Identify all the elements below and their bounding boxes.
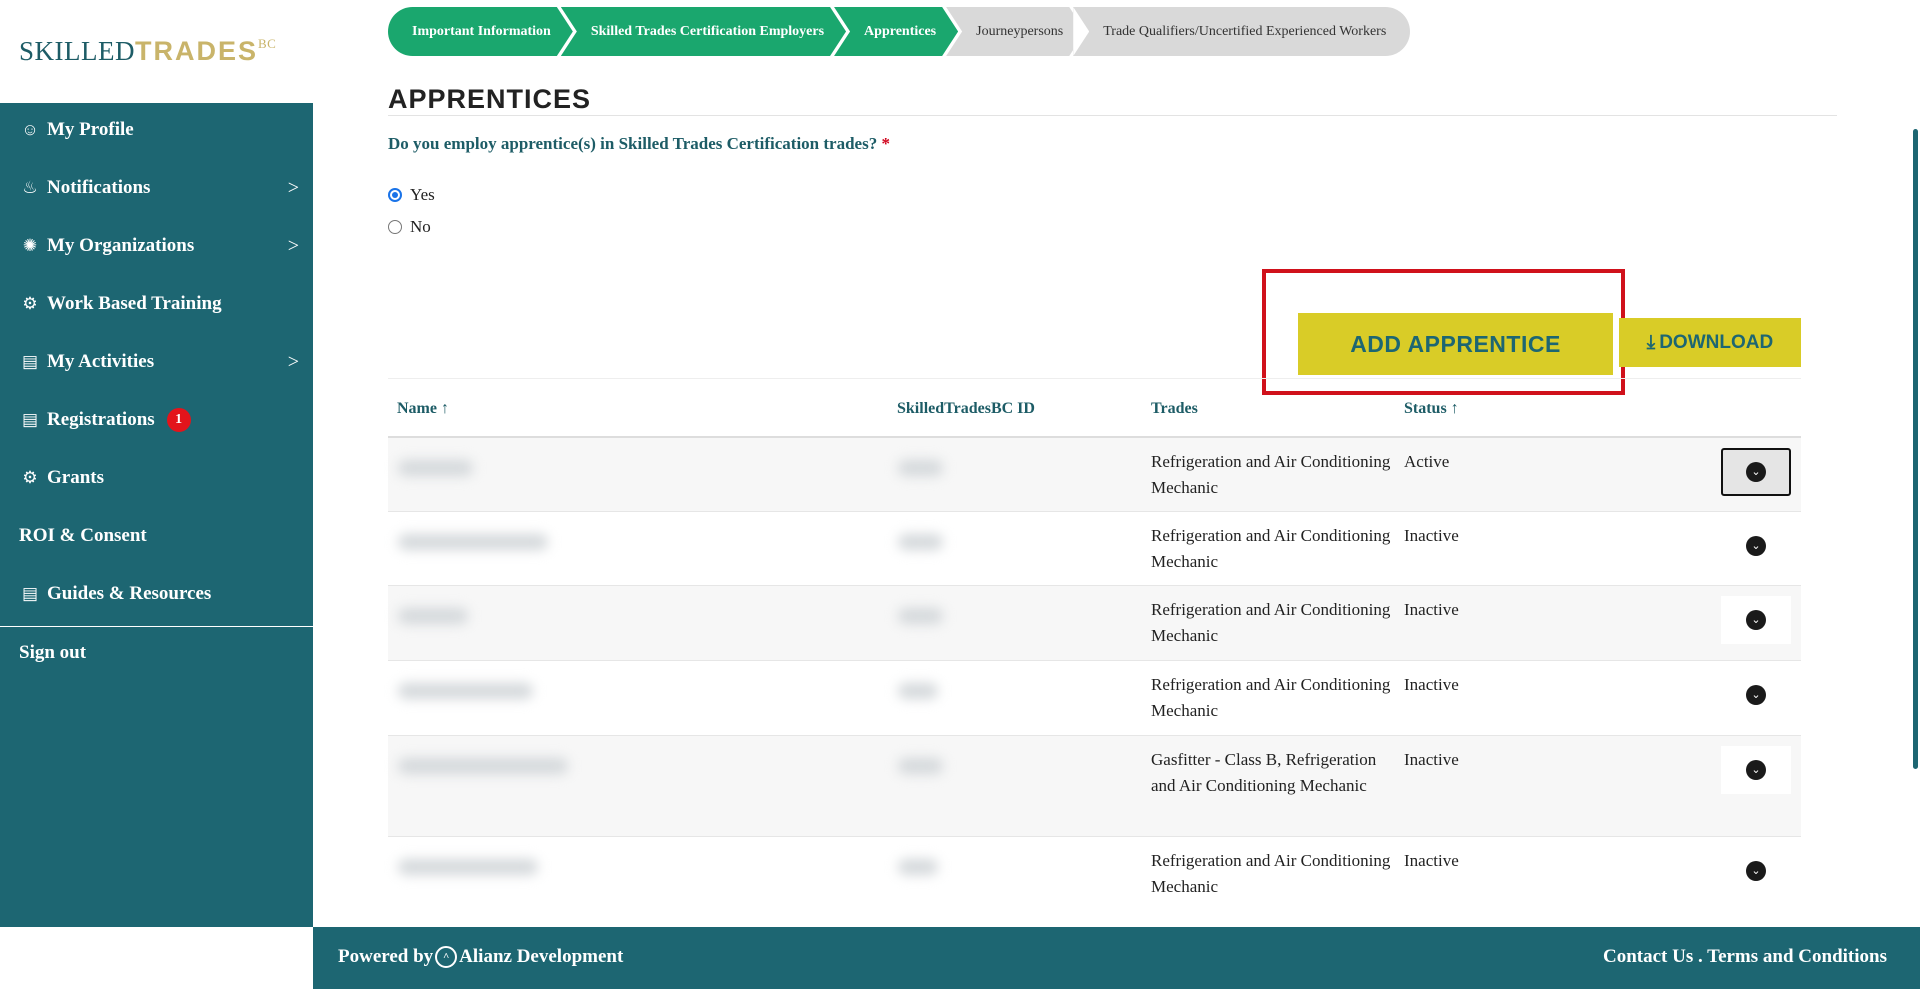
sidebar-item-registrations[interactable]: ▤ Registrations 1 <box>19 400 299 440</box>
sidebar-item-guides-resources[interactable]: ▤ Guides & Resources <box>19 574 299 614</box>
expand-row-button[interactable]: ⌄ <box>1721 847 1791 895</box>
table-row: Refrigeration and Air Conditioning Mecha… <box>388 512 1801 586</box>
redacted-id <box>898 534 943 550</box>
redacted-id <box>898 683 938 699</box>
step-important-information[interactable]: Important Information <box>388 7 573 56</box>
footer: Powered by ^ Alianz Development Contact Us… <box>313 927 1920 989</box>
expand-row-button[interactable]: ⌄ <box>1721 596 1791 644</box>
redacted-id <box>898 758 943 774</box>
radio-yes[interactable]: Yes <box>388 185 435 205</box>
contact-us-link[interactable]: Contact Us <box>1603 946 1693 967</box>
chevron-down-icon: ⌄ <box>1746 610 1766 630</box>
table-top-border <box>388 378 1801 379</box>
download-button[interactable]: ⤓ DOWNLOAD <box>1619 318 1801 367</box>
step-employers[interactable]: Skilled Trades Certification Employers <box>561 7 846 56</box>
sidebar-item-work-based-training[interactable]: ⚙ Work Based Training <box>19 284 299 324</box>
alianz-logo-icon: ^ <box>435 946 458 968</box>
sidebar-item-my-organizations[interactable]: ✺ My Organizations > <box>19 226 299 266</box>
sidebar-item-notifications[interactable]: ♨ Notifications > <box>19 168 299 208</box>
column-header-name[interactable]: Name ↑ <box>397 400 449 418</box>
expand-row-button[interactable]: ⌄ <box>1721 522 1791 570</box>
gears-icon: ⚙ <box>22 468 38 487</box>
step-trade-qualifiers[interactable]: Trade Qualifiers/Uncertified Experienced… <box>1073 7 1411 56</box>
chevron-down-icon: ⌄ <box>1746 760 1766 780</box>
sort-arrow-icon: ↑ <box>440 400 449 417</box>
redacted-id <box>898 608 943 624</box>
chevron-down-icon: ⌄ <box>1746 462 1766 482</box>
users-icon: ☺ <box>21 120 39 139</box>
sidebar-item-roi-consent[interactable]: ROI & Consent <box>19 516 299 556</box>
terms-link[interactable]: Terms and Conditions <box>1707 946 1887 967</box>
radio-unchecked-icon <box>388 220 402 234</box>
redacted-name <box>398 758 568 774</box>
table-row: Gasfitter - Class B, Refrigeration and A… <box>388 736 1801 837</box>
table-row: Refrigeration and Air Conditioning Mecha… <box>388 661 1801 736</box>
powered-by: Powered by ^ Alianz Development <box>338 946 624 968</box>
redacted-name <box>398 859 538 875</box>
logo[interactable]: SKILLEDTRADESBC <box>19 36 276 67</box>
step-journeypersons[interactable]: Journeypersons <box>946 7 1085 56</box>
redacted-name <box>398 460 473 476</box>
column-header-status[interactable]: Status ↑ <box>1404 400 1459 418</box>
column-header-trades[interactable]: Trades <box>1151 400 1198 418</box>
step-apprentices[interactable]: Apprentices <box>834 7 958 56</box>
page-title: APPRENTICES <box>388 84 592 114</box>
chevron-down-icon: ⌄ <box>1746 536 1766 556</box>
chevron-down-icon: ⌄ <box>1746 861 1766 881</box>
redacted-id <box>898 460 943 476</box>
chevron-down-icon: ⌄ <box>1746 685 1766 705</box>
sort-arrow-icon: ↑ <box>1450 400 1459 417</box>
sidebar: ☺ My Profile ♨ Notifications > ✺ My Organiza… <box>0 103 313 927</box>
redacted-name <box>398 683 533 699</box>
expand-row-button[interactable]: ⌄ <box>1721 671 1791 719</box>
registration-icon: ▤ <box>21 410 39 429</box>
highlight-box <box>1262 269 1625 395</box>
sign-out-link[interactable]: Sign out <box>19 633 299 673</box>
table-row: Refrigeration and Air Conditioning Mecha… <box>388 837 1801 917</box>
bell-icon: ♨ <box>22 178 38 197</box>
title-divider <box>388 115 1837 116</box>
radio-no[interactable]: No <box>388 217 431 237</box>
redacted-id <box>898 859 938 875</box>
sidebar-divider <box>0 626 313 627</box>
sidebar-item-my-profile[interactable]: ☺ My Profile <box>19 110 299 150</box>
expand-row-button[interactable]: ⌄ <box>1721 448 1791 496</box>
sidebar-item-my-activities[interactable]: ▤ My Activities > <box>19 342 299 382</box>
scrollbar[interactable] <box>1913 129 1918 769</box>
sidebar-item-grants[interactable]: ⚙ Grants <box>19 458 299 498</box>
radio-checked-icon <box>388 188 402 202</box>
book-icon: ▤ <box>21 584 39 603</box>
laptop-icon: ▤ <box>21 352 39 371</box>
employ-question: Do you employ apprentice(s) in Skilled T… <box>388 134 890 153</box>
table-row: Refrigeration and Air Conditioning Mecha… <box>388 438 1801 512</box>
expand-row-button[interactable]: ⌄ <box>1721 746 1791 794</box>
redacted-name <box>398 608 468 624</box>
chevron-right-icon: > <box>287 350 299 373</box>
chevron-right-icon: > <box>287 234 299 257</box>
chevron-right-icon: > <box>287 176 299 199</box>
redacted-name <box>398 534 548 550</box>
gears-icon: ⚙ <box>22 294 38 313</box>
notification-badge: 1 <box>166 408 191 432</box>
network-icon: ✺ <box>22 236 38 255</box>
footer-links: Contact Us . Terms and Conditions <box>1602 946 1887 967</box>
column-header-id[interactable]: SkilledTradesBC ID <box>897 400 1035 418</box>
progress-steps: Important Information Skilled Trades Cer… <box>388 7 1411 56</box>
table-row: Refrigeration and Air Conditioning Mecha… <box>388 586 1801 661</box>
download-icon: ⤓ <box>1646 331 1656 353</box>
